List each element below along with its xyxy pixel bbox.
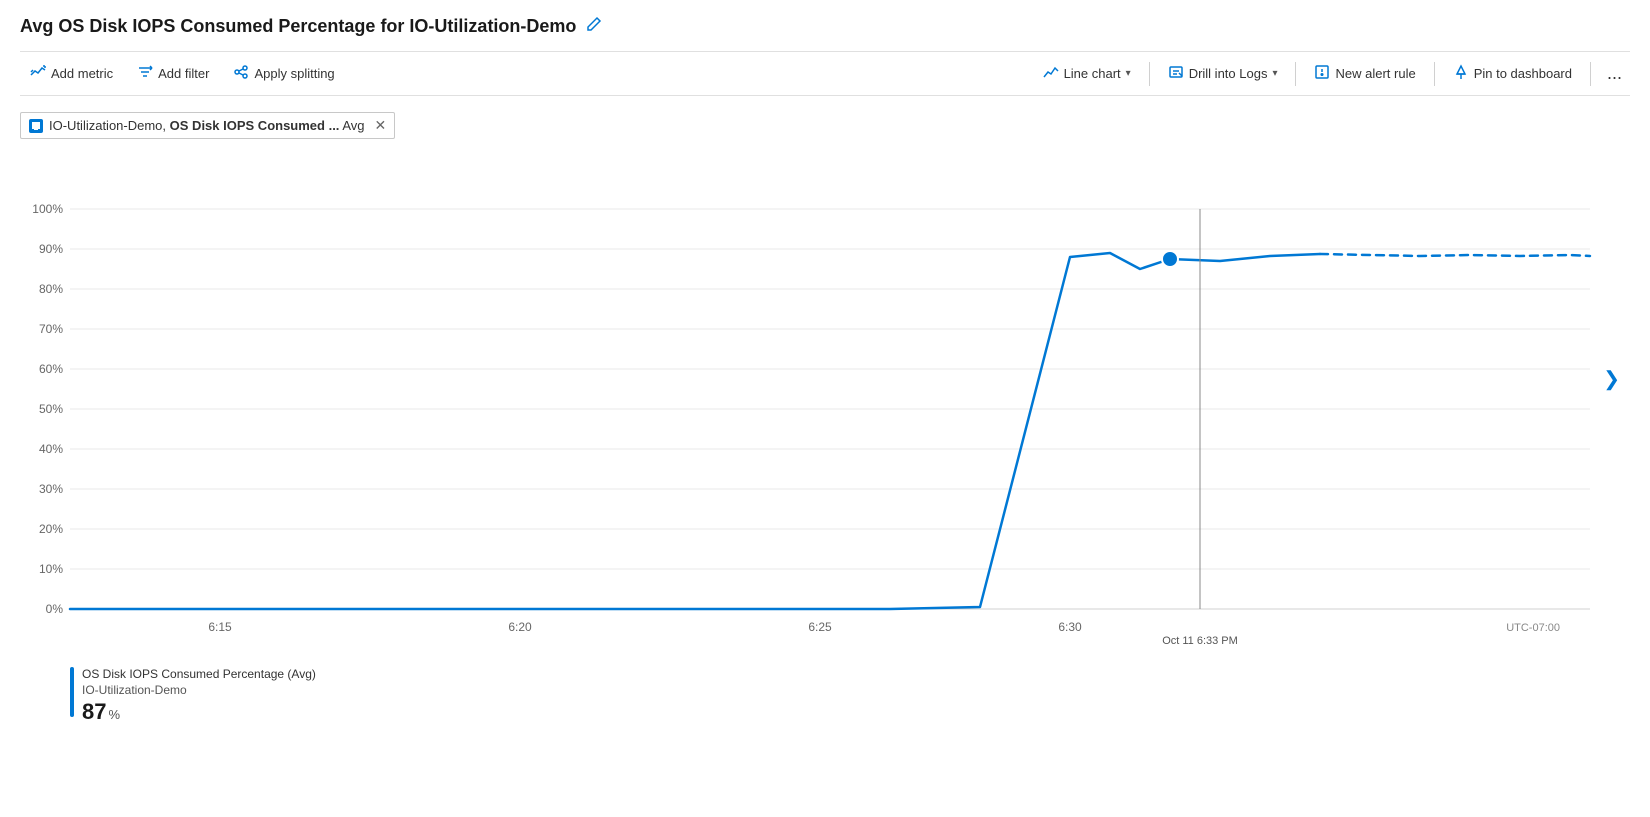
add-metric-label: Add metric [51,66,113,81]
chart-container: 100% 90% 80% 70% 60% 50% 40% 30% 20% 10%… [20,149,1630,649]
tooltip-time-label: Oct 11 6:33 PM [1162,635,1238,647]
legend-value: 87 % [82,699,316,725]
line-chart-chevron: ▾ [1126,68,1131,79]
chart-line-dashed [1320,254,1590,256]
pin-icon [1453,64,1469,83]
line-chart-label: Line chart [1064,66,1121,81]
drill-into-logs-label: Drill into Logs [1189,66,1268,81]
alert-rule-icon [1314,64,1330,83]
add-metric-icon [30,64,46,83]
chart-data-point [1162,251,1178,267]
more-options-button[interactable]: ... [1599,58,1630,89]
legend-text: OS Disk IOPS Consumed Percentage (Avg) I… [82,667,316,725]
apply-splitting-button[interactable]: Apply splitting [223,59,344,88]
metric-tag-close-button[interactable]: ✕ [375,117,387,134]
new-alert-rule-button[interactable]: New alert rule [1304,59,1425,88]
svg-text:80%: 80% [39,282,63,296]
svg-text:6:20: 6:20 [508,620,532,634]
apply-splitting-icon [233,64,249,83]
svg-text:20%: 20% [39,522,63,536]
chart-svg: 100% 90% 80% 70% 60% 50% 40% 30% 20% 10%… [20,149,1620,649]
svg-text:30%: 30% [39,482,63,496]
metric-tags: IO-Utilization-Demo, OS Disk IOPS Consum… [20,112,1630,139]
legend-unit: % [108,707,120,722]
chart-line-solid [70,253,1320,609]
toolbar: Add metric Add filter [20,51,1630,96]
edit-icon[interactable] [586,16,602,37]
drill-into-logs-button[interactable]: Drill into Logs ▾ [1158,59,1288,88]
svg-text:6:30: 6:30 [1058,620,1082,634]
legend-title: OS Disk IOPS Consumed Percentage (Avg) [82,667,316,681]
line-chart-button[interactable]: Line chart ▾ [1033,59,1141,88]
add-filter-label: Add filter [158,66,209,81]
chart-right-arrow[interactable]: ❯ [1603,367,1620,392]
legend-subtitle: IO-Utilization-Demo [82,683,316,697]
new-alert-rule-label: New alert rule [1335,66,1415,81]
svg-text:6:25: 6:25 [808,620,832,634]
svg-text:50%: 50% [39,402,63,416]
divider-2 [1295,62,1296,86]
page-title: Avg OS Disk IOPS Consumed Percentage for… [20,16,576,37]
svg-text:90%: 90% [39,242,63,256]
add-filter-button[interactable]: Add filter [127,59,219,88]
divider-4 [1590,62,1591,86]
drill-logs-chevron: ▾ [1272,68,1277,79]
divider-3 [1434,62,1435,86]
svg-text:70%: 70% [39,322,63,336]
add-filter-icon [137,64,153,83]
divider-1 [1149,62,1150,86]
drill-logs-icon [1168,64,1184,83]
svg-text:40%: 40% [39,442,63,456]
svg-text:100%: 100% [32,202,63,216]
svg-text:10%: 10% [39,562,63,576]
metric-tag-icon [29,119,43,133]
legend-color-bar [70,667,74,717]
svg-text:0%: 0% [46,602,64,616]
apply-splitting-label: Apply splitting [254,66,334,81]
page-container: Avg OS Disk IOPS Consumed Percentage for… [0,0,1650,817]
legend-value-number: 87 [82,699,106,725]
chart-legend: OS Disk IOPS Consumed Percentage (Avg) I… [20,659,1630,725]
pin-to-dashboard-label: Pin to dashboard [1474,66,1572,81]
metric-resource: IO-Utilization-Demo, OS Disk IOPS Consum… [49,118,365,133]
pin-to-dashboard-button[interactable]: Pin to dashboard [1443,59,1582,88]
svg-text:60%: 60% [39,362,63,376]
add-metric-button[interactable]: Add metric [20,59,123,88]
title-row: Avg OS Disk IOPS Consumed Percentage for… [20,16,1630,37]
svg-text:6:15: 6:15 [208,620,232,634]
metric-tag: IO-Utilization-Demo, OS Disk IOPS Consum… [20,112,395,139]
metric-name: OS Disk IOPS Consumed ... [170,118,340,133]
line-chart-icon [1043,64,1059,83]
svg-text:UTC-07:00: UTC-07:00 [1506,622,1560,634]
